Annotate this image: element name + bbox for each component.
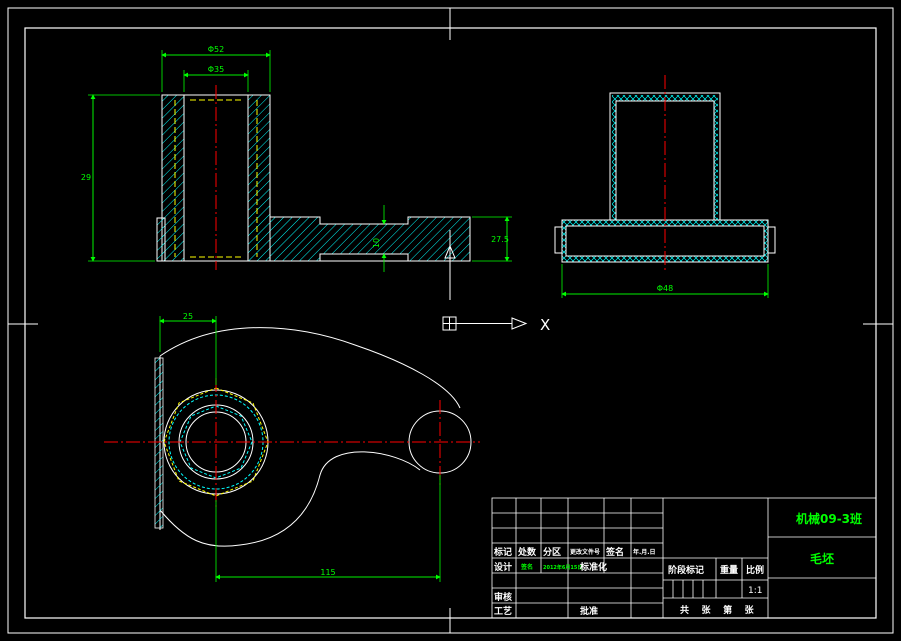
plan-view <box>104 327 480 547</box>
tb-design: 设计 <box>494 561 512 573</box>
tb-mark: 标记 <box>493 546 512 558</box>
tb-process: 工艺 <box>494 605 512 617</box>
title-school-class: 机械09-3班 <box>796 511 862 526</box>
tb-approve: 批准 <box>580 605 598 617</box>
tb-scale-label: 比例 <box>746 564 764 576</box>
tb-signature: 签名 <box>605 546 624 558</box>
tb-date: 年.月.日 <box>633 548 656 556</box>
dim-side-width: Φ48 <box>657 284 673 293</box>
tb-review: 审核 <box>494 591 512 603</box>
tb-scale-value: 1:1 <box>748 586 762 596</box>
tb-stage-mark: 阶段标记 <box>668 564 704 576</box>
ucs-x-label: X <box>540 316 550 334</box>
ucs-icon <box>442 316 528 331</box>
tb-design-date: 2012年6月15日 <box>543 564 582 571</box>
tb-count: 处数 <box>517 546 537 558</box>
dim-top-outer: Φ52 <box>208 45 224 54</box>
front-view <box>156 85 471 300</box>
sheet-border <box>7 7 894 634</box>
tb-design-name: 签名 <box>520 563 533 571</box>
title-part-name: 毛坯 <box>810 551 834 566</box>
dim-plan-offset: 25 <box>183 312 193 321</box>
tb-weight: 重量 <box>720 564 738 576</box>
tb-standardize: 标准化 <box>579 561 607 573</box>
plan-view-dimensions <box>159 316 441 582</box>
tb-sheets: 共 张 第 张 <box>680 604 755 616</box>
dim-arm-thickness: 10 <box>372 238 381 248</box>
cad-drawing-canvas: Φ52 Φ35 29 10 27.5 Φ48 X 25 115 机械09-3班 … <box>7 7 894 634</box>
side-view <box>554 75 776 270</box>
tb-zone: 分区 <box>543 546 561 558</box>
tb-change-doc: 更改文件号 <box>570 548 600 556</box>
dim-top-inner: Φ35 <box>208 65 224 74</box>
dim-arm-height: 27.5 <box>491 235 509 244</box>
dim-front-height: 29 <box>81 173 91 182</box>
dim-plan-length: 115 <box>320 568 335 577</box>
